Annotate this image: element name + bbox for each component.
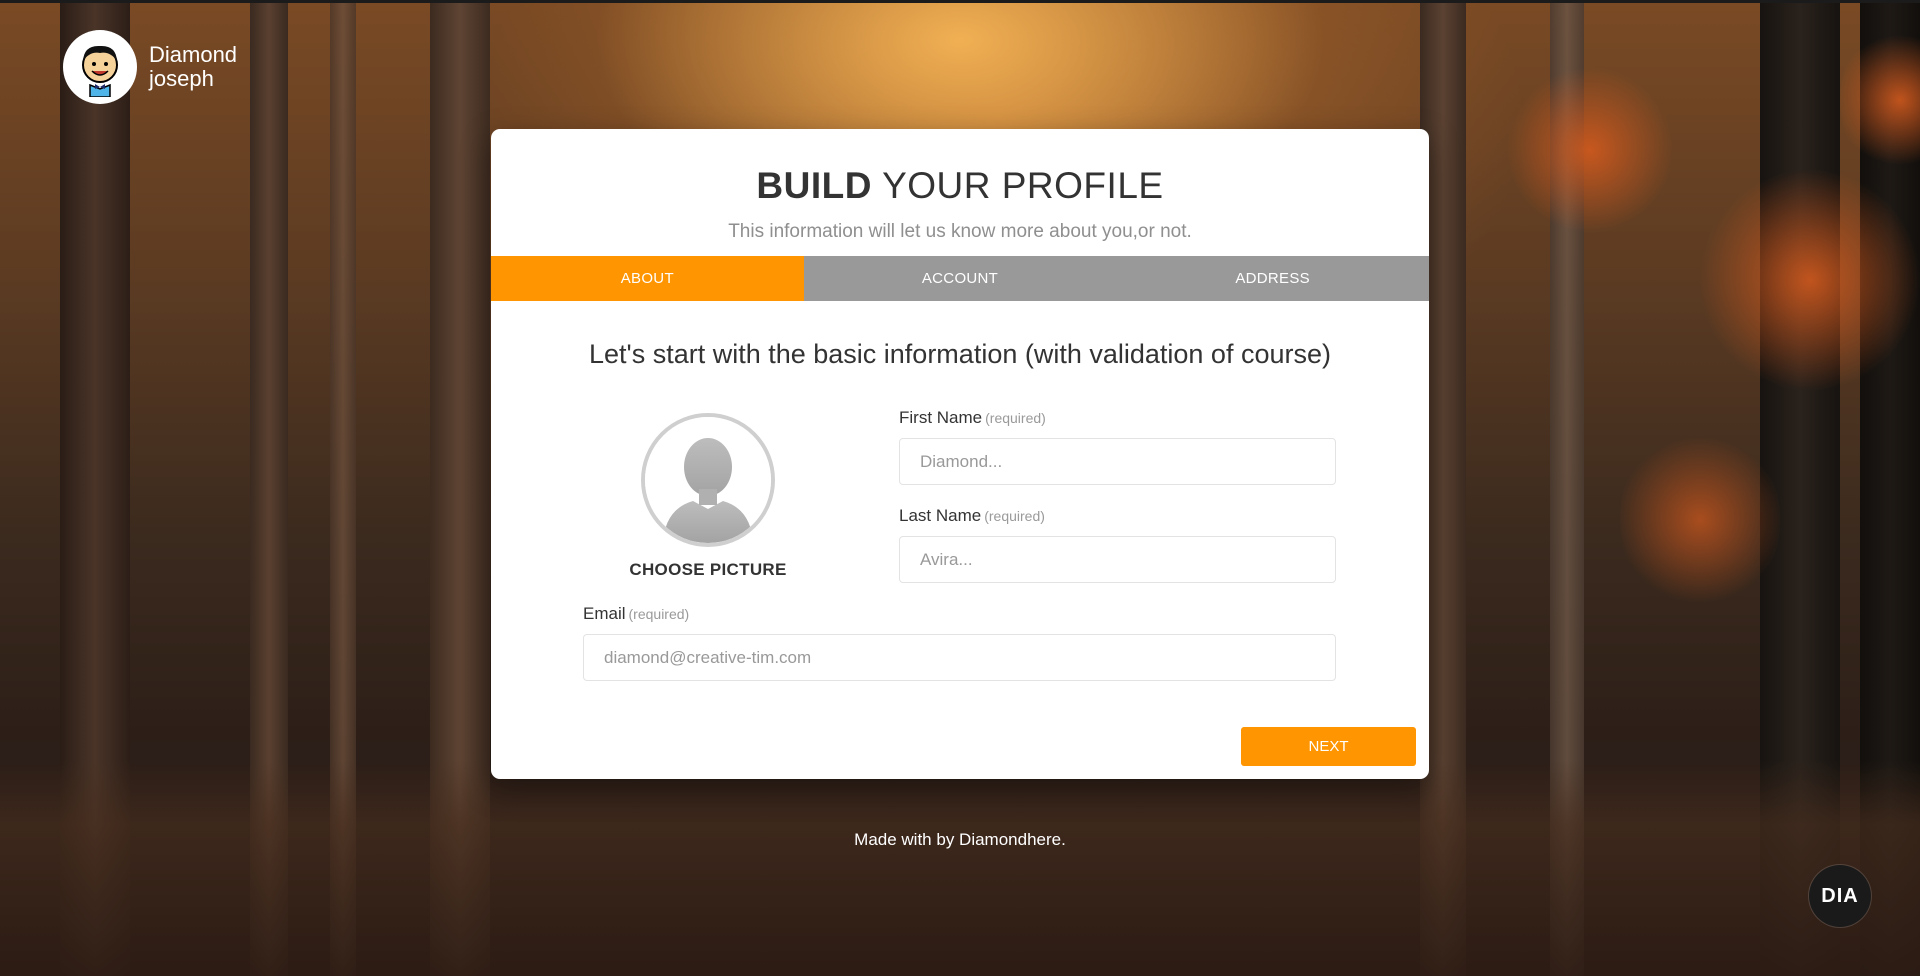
user-last-name: joseph xyxy=(149,66,214,91)
last-name-label-text: Last Name xyxy=(899,506,982,525)
user-avatar[interactable] xyxy=(63,30,137,104)
wizard-title-rest: YOUR PROFILE xyxy=(882,165,1164,206)
footer-credit: Made with by Diamondhere. xyxy=(854,830,1066,849)
user-profile[interactable]: Diamond joseph xyxy=(63,30,237,104)
autumn-leaves xyxy=(1700,150,1920,410)
user-first-name: Diamond xyxy=(149,42,238,67)
section-heading: Let's start with the basic information (… xyxy=(589,339,1331,369)
last-name-required-note: (required) xyxy=(984,508,1045,524)
email-label-text: Email xyxy=(583,604,626,623)
wizard-title-bold: BUILD xyxy=(756,165,872,206)
default-avatar-icon xyxy=(645,417,771,543)
last-name-label: Last Name (required) xyxy=(899,506,1045,526)
first-name-label-text: First Name xyxy=(899,408,983,427)
tab-about[interactable]: About xyxy=(491,256,804,301)
autumn-leaves xyxy=(1500,60,1680,240)
email-required-note: (required) xyxy=(628,606,690,622)
tab-address[interactable]: Address xyxy=(1116,256,1429,301)
next-button[interactable]: Next xyxy=(1241,727,1416,766)
cartoon-avatar-icon xyxy=(82,45,118,97)
top-strip xyxy=(0,0,1920,3)
autumn-leaves xyxy=(1840,20,1920,180)
autumn-leaves xyxy=(1620,420,1780,620)
wizard-title: BUILD YOUR PROFILE xyxy=(491,165,1429,207)
first-name-required-note: (required) xyxy=(985,410,1046,426)
email-input[interactable] xyxy=(583,634,1336,681)
wizard-tabs: About Account Address xyxy=(491,256,1429,301)
profile-wizard-card: BUILD YOUR PROFILE This information will… xyxy=(491,129,1429,779)
first-name-input[interactable] xyxy=(899,438,1336,485)
first-name-label: First Name (required) xyxy=(899,408,1046,428)
user-name: Diamond joseph xyxy=(149,43,237,91)
last-name-input[interactable] xyxy=(899,536,1336,583)
profile-picture[interactable] xyxy=(641,413,775,547)
dia-badge-button[interactable]: DIA xyxy=(1809,865,1871,927)
choose-picture-label[interactable]: CHOOSE PICTURE xyxy=(591,560,825,580)
forest-floor xyxy=(0,760,1920,976)
tab-account[interactable]: Account xyxy=(804,256,1117,301)
wizard-subtitle: This information will let us know more a… xyxy=(728,221,1192,242)
email-label: Email (required) xyxy=(583,604,689,624)
